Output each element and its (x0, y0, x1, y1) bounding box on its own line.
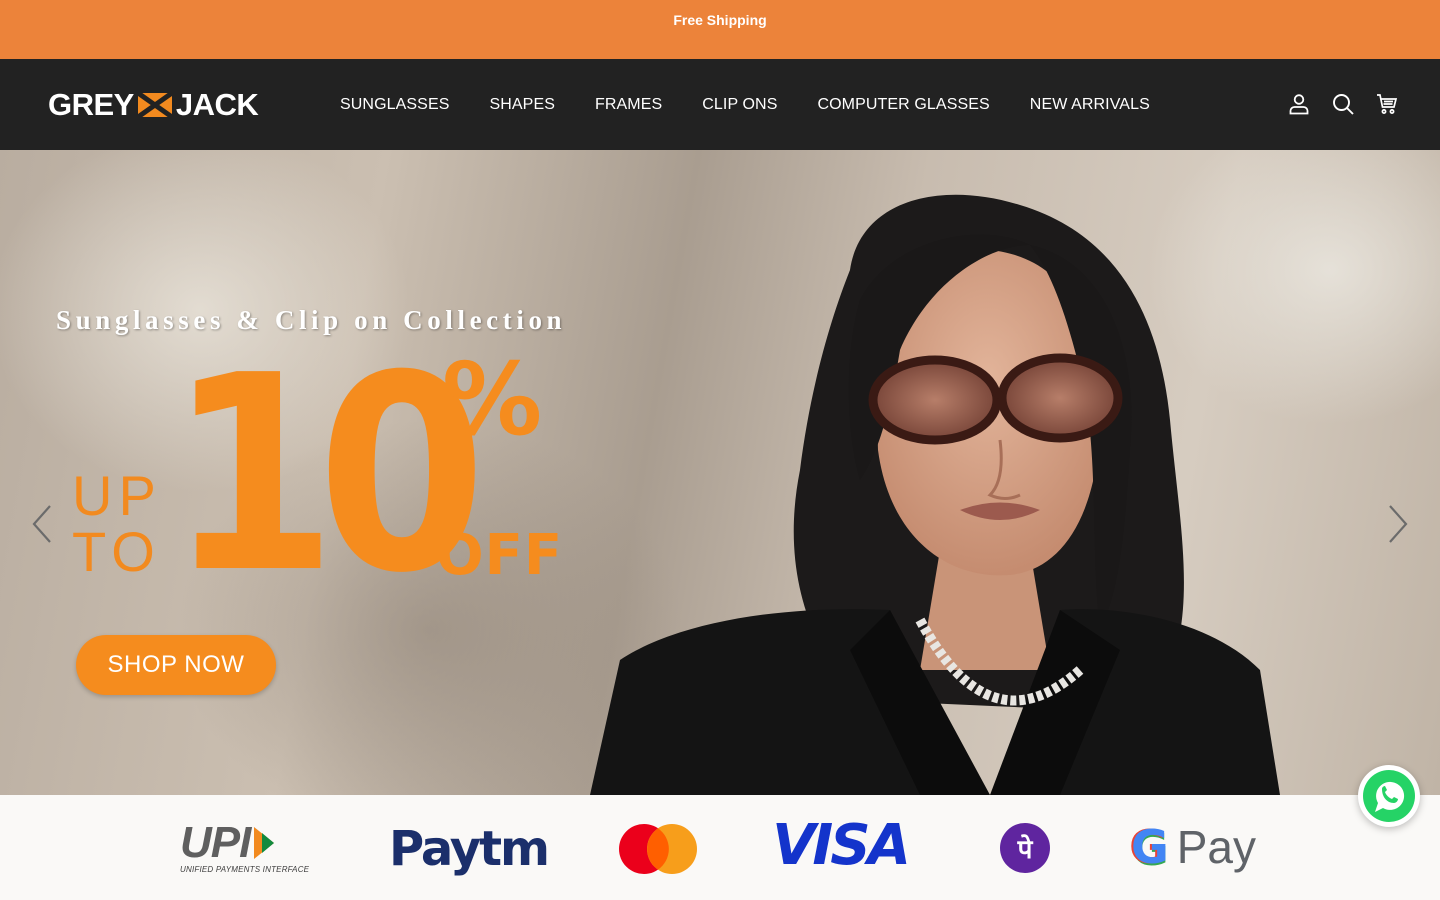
announcement-text: Free Shipping (673, 11, 767, 28)
logo-text-left: GREY (48, 87, 134, 122)
payment-methods-strip: UPI UNIFIED PAYMENTS INTERFACE Paytm VIS… (0, 795, 1440, 900)
whatsapp-icon (1363, 770, 1415, 822)
visa-logo-text: VISA (772, 812, 911, 878)
nav-computer-glasses[interactable]: COMPUTER GLASSES (817, 96, 989, 114)
mastercard-logo (618, 823, 698, 875)
upi-logo: UPI UNIFIED PAYMENTS INTERFACE (180, 817, 320, 877)
hero-up-to: UP TO (72, 468, 162, 580)
nav-frames[interactable]: FRAMES (595, 96, 662, 114)
hero-up-text: UP (72, 464, 162, 527)
hero-percent-sign: % (442, 341, 543, 458)
google-pay-logo: G Pay (1126, 817, 1261, 877)
logo-mark-icon (136, 90, 174, 120)
account-icon[interactable] (1286, 91, 1312, 117)
header-icons (1268, 91, 1400, 117)
main-nav: SUNGLASSES SHAPES FRAMES CLIP ONS COMPUT… (340, 59, 1190, 150)
upi-subtext: UNIFIED PAYMENTS INTERFACE (180, 864, 310, 874)
hero-to-text: TO (72, 520, 161, 583)
logo[interactable]: GREY JACK (48, 87, 259, 122)
nav-sunglasses[interactable]: SUNGLASSES (340, 96, 449, 114)
nav-shapes[interactable]: SHAPES (489, 96, 555, 114)
paytm-logo-text: Paytm (388, 821, 550, 877)
hero-model-image (590, 194, 1280, 795)
gpay-g-logo: G (1130, 820, 1169, 874)
hero-off-text: OFF (436, 523, 564, 588)
nav-clip-ons[interactable]: CLIP ONS (702, 96, 777, 114)
cart-icon[interactable] (1374, 91, 1400, 117)
visa-logo: VISA (760, 812, 920, 878)
chevron-right-icon[interactable] (1384, 502, 1412, 546)
search-icon[interactable] (1330, 91, 1356, 117)
phonepe-logo-text: पे (1017, 835, 1033, 865)
announcement-bar: Free Shipping (0, 0, 1440, 59)
site-header: GREY JACK SUNGLASSES SHAPES FRAMES CLIP … (0, 59, 1440, 150)
whatsapp-chat-button[interactable] (1358, 765, 1420, 827)
paytm-logo: Paytm (386, 819, 551, 879)
nav-new-arrivals[interactable]: NEW ARRIVALS (1030, 96, 1150, 114)
shop-now-button[interactable]: SHOP NOW (76, 635, 276, 695)
hero-discount-number: 10 (168, 317, 486, 632)
chevron-left-icon[interactable] (28, 502, 56, 546)
upi-logo-text: UPI (180, 817, 251, 867)
hero-banner[interactable]: Sunglasses & Clip on Collection UP TO 10… (0, 150, 1440, 795)
gpay-text: Pay (1176, 821, 1257, 873)
logo-text-right: JACK (175, 87, 259, 122)
phonepe-logo: पे (1000, 823, 1050, 873)
